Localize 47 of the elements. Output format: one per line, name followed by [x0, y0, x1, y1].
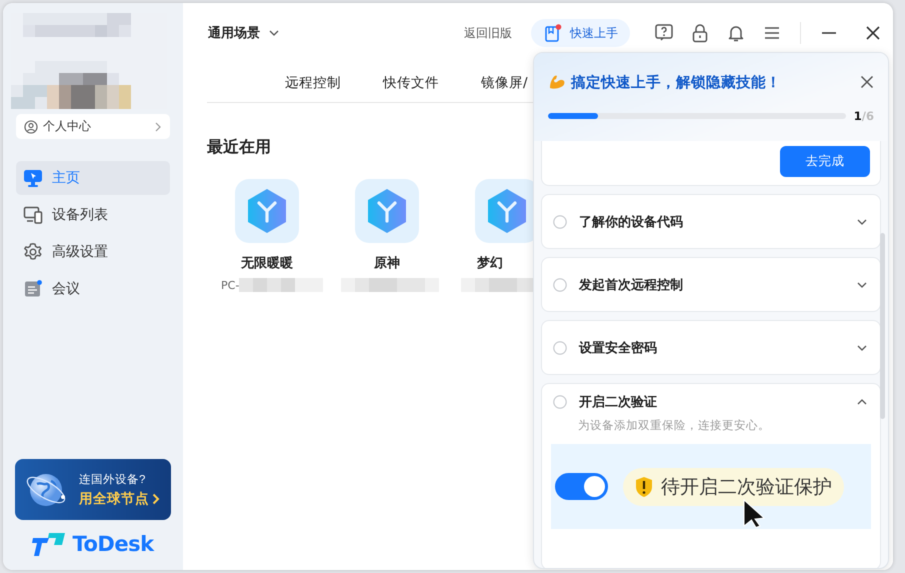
panel-title: 搞定快速上手，解锁隐藏技能！ [571, 74, 781, 92]
status-badge: 待开启二次验证保护 [623, 468, 844, 506]
app-icon[interactable] [475, 179, 533, 243]
app-icon[interactable] [235, 179, 299, 243]
tab[interactable]: 快传文件 [383, 74, 439, 92]
chevron-right-icon [152, 492, 160, 504]
tab[interactable]: 镜像屏/ [481, 74, 528, 92]
devices-icon [23, 205, 43, 225]
device-id: PC- [221, 278, 240, 292]
brand-name: ToDesk [72, 532, 154, 556]
nav-item[interactable]: 会议 [16, 272, 170, 306]
app-icon[interactable] [355, 179, 419, 243]
device-name: 梦幻 [477, 255, 503, 272]
scrollbar-thumb[interactable] [880, 233, 885, 419]
nav-item[interactable]: 高级设置 [16, 235, 170, 269]
chevron-right-icon [154, 122, 162, 132]
meeting-icon [23, 279, 43, 299]
device-name: 原神 [374, 255, 400, 272]
close-icon[interactable] [860, 75, 874, 89]
global-nodes-banner[interactable]: 连国外设备? 用全球节点 [15, 459, 171, 520]
task-header[interactable]: 设置安全密码 [542, 321, 880, 374]
complete-button[interactable]: 去完成 [780, 146, 870, 177]
monitor-icon [23, 168, 43, 188]
tab[interactable]: 远程控制 [285, 74, 341, 92]
old-version-link[interactable]: 返回旧版 [464, 24, 512, 42]
task-header[interactable]: 发起首次远程控制 [542, 258, 880, 311]
section-title: 最近在用 [207, 136, 272, 158]
nav-item[interactable]: 设备列表 [16, 198, 170, 232]
shield-icon [635, 476, 653, 498]
task-header[interactable]: 了解你的设备代码 [542, 195, 880, 248]
device-name: 无限暖暖 [241, 255, 293, 272]
task-description: 为设备添加双重保险，连接更安心。 [577, 418, 771, 433]
cursor-icon [743, 499, 765, 528]
help-icon[interactable] [654, 23, 674, 43]
profile-button[interactable]: 个人中心 [16, 114, 170, 139]
quick-start-button[interactable]: 快速上手 [531, 19, 630, 47]
banner-link-text: 用全球节点 [79, 490, 149, 508]
scene-dropdown[interactable]: 通用场景 [208, 24, 280, 42]
close-icon[interactable] [865, 25, 881, 41]
task-header[interactable]: 开启二次验证 [542, 384, 880, 420]
gear-icon [23, 242, 43, 262]
flexed-arm-icon [548, 73, 566, 91]
logo-icon [32, 531, 66, 557]
lock-icon[interactable] [690, 23, 710, 43]
user-icon [24, 120, 38, 134]
banner-question: 连国外设备? [79, 472, 146, 486]
progress-count: 1/6 [854, 109, 874, 123]
